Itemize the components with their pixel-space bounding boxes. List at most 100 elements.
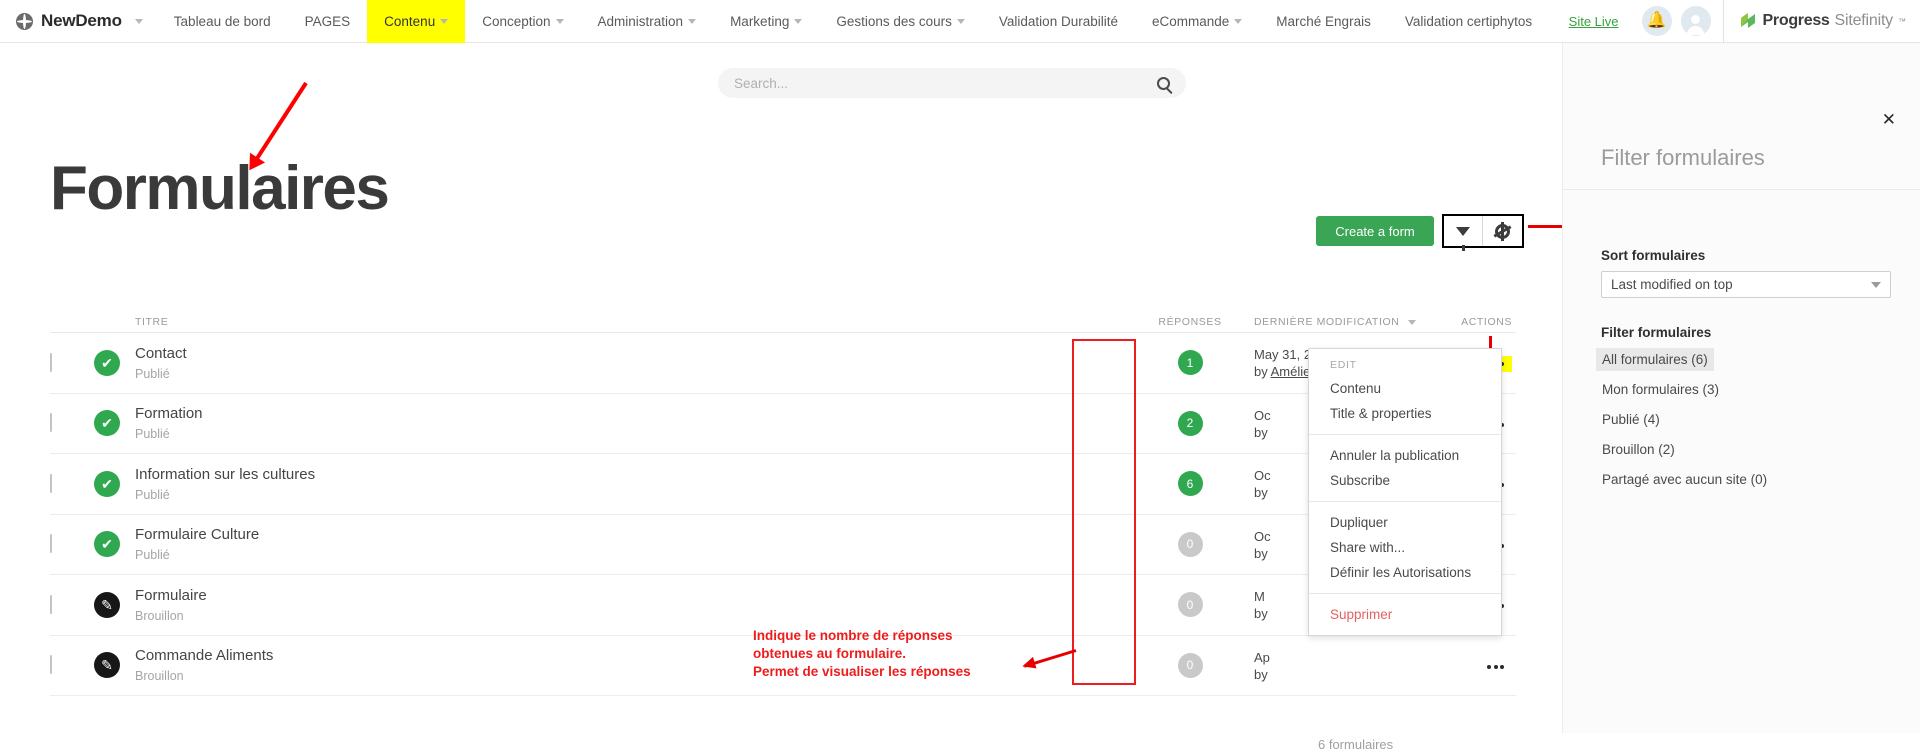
nav-item-tableau-de-bord[interactable]: Tableau de bord: [157, 0, 288, 43]
responses-badge[interactable]: 1: [1178, 350, 1203, 375]
filter-side-panel: ✕ Filter formulaires Sort formulaires La…: [1562, 43, 1920, 733]
row-title[interactable]: Information sur les cultures: [135, 466, 1126, 485]
nav-item-contenu[interactable]: Contenu: [367, 0, 465, 43]
table-row[interactable]: ✔Formulaire CulturePublié0Ocby: [50, 515, 1516, 576]
responses-badge[interactable]: 0: [1178, 653, 1203, 678]
site-live-link[interactable]: Site Live: [1569, 14, 1633, 29]
nav-item-marketing[interactable]: Marketing: [713, 0, 819, 43]
context-menu-item-title-properties[interactable]: Title & properties: [1309, 401, 1501, 426]
row-actions-button[interactable]: [1479, 659, 1512, 675]
row-title[interactable]: Contact: [135, 345, 1126, 364]
chevron-down-icon: [1871, 282, 1881, 288]
sort-select[interactable]: Last modified on top: [1601, 271, 1891, 298]
row-modified-by-prefix: by: [1254, 364, 1271, 379]
progress-sitefinity-logo: Progress Sitefinity ™: [1738, 11, 1920, 31]
settings-button[interactable]: [1483, 216, 1522, 246]
globe-icon: [16, 13, 33, 30]
responses-badge[interactable]: 0: [1178, 532, 1203, 557]
row-title[interactable]: Formulaire: [135, 587, 1126, 606]
dot: [1500, 665, 1504, 669]
nav-item-label: Validation certiphytos: [1405, 14, 1532, 29]
search-input[interactable]: [734, 76, 1157, 91]
filter-option[interactable]: Brouillon (2): [1596, 438, 1681, 461]
filter-option[interactable]: Mon formulaires (3): [1596, 378, 1725, 401]
responses-badge[interactable]: 6: [1178, 471, 1203, 496]
table-row[interactable]: ✔Information sur les culturesPublié6Ocby: [50, 454, 1516, 515]
header-actions: ACTIONS: [1450, 316, 1516, 328]
row-modified-by: by: [1254, 667, 1450, 682]
chevron-down-icon: [688, 19, 696, 24]
logo-sitefinity-text: Sitefinity: [1835, 12, 1893, 30]
nav-item-label: Marché Engrais: [1276, 14, 1371, 29]
nav-item-march-engrais[interactable]: Marché Engrais: [1259, 0, 1388, 43]
table-row[interactable]: ✔FormationPublié2Ocby: [50, 394, 1516, 455]
nav-item-validation-certiphytos[interactable]: Validation certiphytos: [1388, 0, 1549, 43]
annotation-line-2: obtenues au formulaire.: [753, 645, 971, 663]
close-icon[interactable]: ✕: [1882, 111, 1896, 128]
row-checkbox[interactable]: [50, 534, 52, 553]
nav-item-label: PAGES: [305, 14, 351, 29]
logo-progress-text: Progress: [1763, 12, 1830, 30]
context-menu-item-d-finir-les-autorisations[interactable]: Définir les Autorisations: [1309, 560, 1501, 585]
published-check-icon: ✔: [94, 350, 120, 376]
sort-select-value: Last modified on top: [1611, 277, 1733, 292]
context-menu-item-supprimer[interactable]: Supprimer: [1309, 602, 1501, 627]
notifications-button[interactable]: 🔔: [1642, 6, 1672, 36]
row-actions-context-menu: EDIT ContenuTitle & properties Annuler l…: [1308, 348, 1502, 636]
row-title[interactable]: Formation: [135, 405, 1126, 424]
nav-item-ecommande[interactable]: eCommande: [1135, 0, 1259, 43]
header-last-modified-label: DERNIÈRE MODIFICATION: [1254, 316, 1399, 328]
context-menu-item-share-with[interactable]: Share with...: [1309, 535, 1501, 560]
row-checkbox[interactable]: [50, 474, 52, 493]
row-checkbox[interactable]: [50, 595, 52, 614]
filter-options-list: All formulaires (6) Mon formulaires (3) Pu…: [1596, 348, 1896, 498]
table-row[interactable]: ✔ContactPublié1May 31, 2023by Amélie LE …: [50, 333, 1516, 394]
dot: [1494, 665, 1498, 669]
nav-item-pages[interactable]: PAGES: [288, 0, 368, 43]
sort-label: Sort formulaires: [1601, 248, 1705, 263]
row-modified-by-prefix: by: [1254, 606, 1268, 621]
responses-badge[interactable]: 0: [1178, 592, 1203, 617]
row-checkbox[interactable]: [50, 353, 52, 372]
progress-logo-icon: [1738, 11, 1758, 31]
row-checkbox[interactable]: [50, 413, 52, 432]
search-bar[interactable]: [718, 68, 1186, 98]
chevron-down-icon: [794, 19, 802, 24]
search-icon[interactable]: [1157, 77, 1170, 90]
row-modified-date: Ap: [1254, 649, 1450, 667]
row-title[interactable]: Commande Aliments: [135, 647, 1126, 666]
responses-badge[interactable]: 2: [1178, 411, 1203, 436]
user-icon: [1691, 15, 1700, 24]
row-checkbox[interactable]: [50, 655, 52, 674]
context-menu-item-contenu[interactable]: Contenu: [1309, 376, 1501, 401]
context-menu-item-subscribe[interactable]: Subscribe: [1309, 468, 1501, 493]
list-toolbar: [1442, 214, 1524, 248]
nav-item-label: Validation Durabilité: [999, 14, 1118, 29]
filter-option[interactable]: Partagé avec aucun site (0): [1596, 468, 1773, 491]
context-menu-item-annuler-la-publication[interactable]: Annuler la publication: [1309, 443, 1501, 468]
brand-selector[interactable]: NewDemo: [0, 0, 157, 43]
header-responses: RÉPONSES: [1126, 316, 1254, 328]
nav-item-administration[interactable]: Administration: [581, 0, 714, 43]
row-title[interactable]: Formulaire Culture: [135, 526, 1126, 545]
context-menu-separator: [1309, 593, 1501, 594]
nav-item-label: Contenu: [384, 14, 435, 29]
user-account-button[interactable]: [1681, 6, 1711, 36]
context-menu-separator: [1309, 434, 1501, 435]
bell-icon: 🔔: [1647, 13, 1667, 29]
header-last-modified[interactable]: DERNIÈRE MODIFICATION: [1254, 316, 1450, 328]
nav-item-validation-durabilit[interactable]: Validation Durabilité: [982, 0, 1135, 43]
nav-item-conception[interactable]: Conception: [465, 0, 580, 43]
page-title: Formulaires: [50, 158, 388, 220]
filter-option[interactable]: All formulaires (6): [1596, 348, 1714, 371]
create-a-form-button[interactable]: Create a form: [1316, 216, 1434, 246]
nav-item-label: Tableau de bord: [174, 14, 271, 29]
filter-button[interactable]: [1444, 216, 1483, 246]
filter-option[interactable]: Publié (4): [1596, 408, 1666, 431]
row-modified-by-prefix: by: [1254, 546, 1268, 561]
context-menu-item-dupliquer[interactable]: Dupliquer: [1309, 510, 1501, 535]
nav-item-gestions-des-cours[interactable]: Gestions des cours: [819, 0, 982, 43]
chevron-down-icon: [957, 19, 965, 24]
context-menu-separator: [1309, 501, 1501, 502]
nav-item-label: Administration: [598, 14, 684, 29]
